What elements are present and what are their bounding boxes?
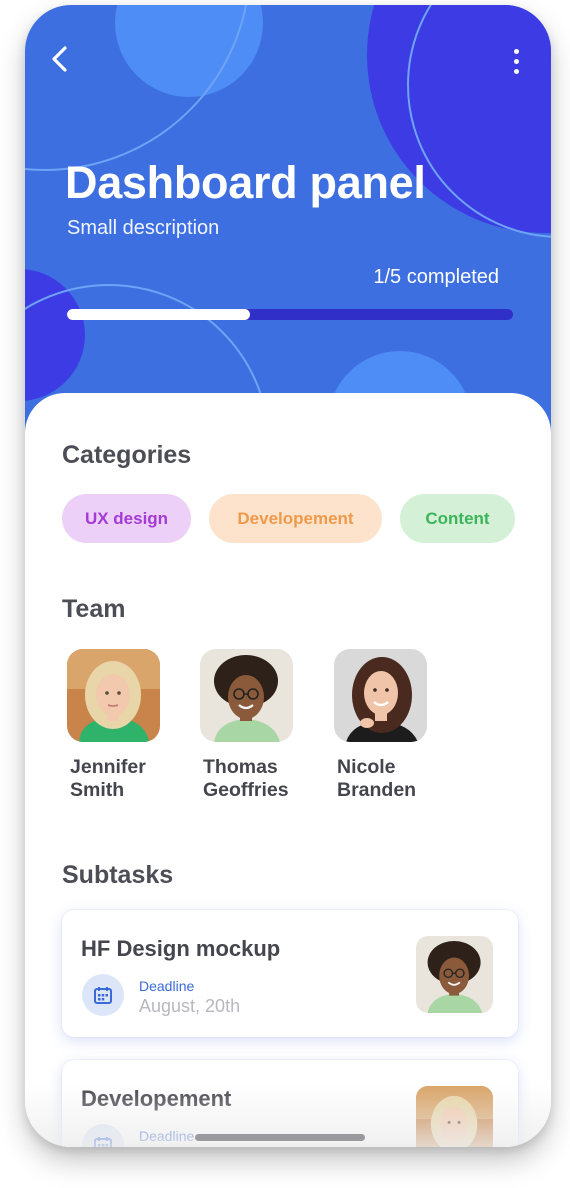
home-indicator[interactable] [195,1134,365,1141]
member-name: Jennifer Smith [70,756,146,801]
avatar [200,649,293,742]
back-button[interactable] [43,41,77,77]
category-chip-content[interactable]: Content [400,494,515,543]
avatar [334,649,427,742]
page-subtitle: Small description [67,217,220,239]
deadline-date: August, 20th [139,996,241,1016]
subtask-card[interactable]: HF Design mockup Deadline August, 20th [62,910,518,1037]
chevron-left-icon [52,46,67,72]
subtasks-heading: Subtasks [62,861,174,889]
category-chip-ux-design[interactable]: UX design [62,494,191,543]
avatar [416,1086,493,1147]
content-panel: Categories UX design Developement Conten… [25,393,551,1147]
category-chip-development[interactable]: Developement [209,494,382,543]
subtask-title: HF Design mockup [81,936,281,961]
avatar [67,649,160,742]
categories-heading: Categories [62,441,192,469]
progress-bar-fill [67,309,250,320]
page-title: Dashboard panel [65,157,426,208]
progress-bar [67,309,513,320]
team-member[interactable]: Jennifer Smith [67,649,177,802]
member-name: Nicole Branden [337,756,417,801]
member-name: Thomas Geoffries [203,756,289,801]
deadline-label: Deadline [139,978,195,994]
phone-frame: Dashboard panel Small description 1/5 co… [25,5,551,1147]
team-member[interactable]: Nicole Branden [334,649,444,802]
team-heading: Team [62,595,126,623]
dashboard-header: Dashboard panel Small description 1/5 co… [25,5,551,435]
calendar-icon [82,974,124,1016]
more-vertical-icon [513,48,519,54]
deadline-label: Deadline [139,1128,195,1144]
progress-label: 1/5 completed [373,266,499,288]
subtask-title: Developement [81,1086,232,1111]
more-options-button[interactable] [507,43,525,79]
team-member[interactable]: Thomas Geoffries [200,649,310,802]
calendar-icon [82,1124,124,1147]
avatar [416,936,493,1013]
